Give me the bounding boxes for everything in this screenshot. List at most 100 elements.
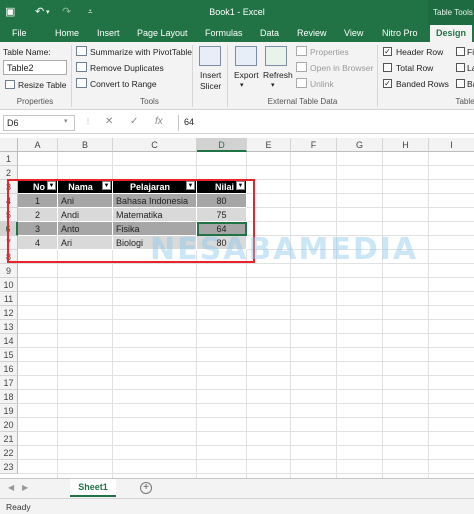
resize-table-icon	[5, 80, 15, 89]
gridline-horizontal	[18, 333, 474, 334]
watermark: NESABAMEDIA	[150, 232, 419, 267]
gridline-horizontal	[18, 165, 474, 166]
name-box-dropdown-icon[interactable]: ▾	[64, 117, 68, 125]
tab-design[interactable]: Design	[430, 25, 473, 42]
header-row-checkbox[interactable]: ✓	[383, 47, 392, 56]
gridline-horizontal	[18, 473, 474, 474]
row-header-19[interactable]: 19	[0, 404, 18, 418]
insert-function-icon[interactable]: fx	[155, 116, 163, 127]
ribbon-separator	[192, 45, 193, 107]
open-in-browser-button[interactable]: Open in Browser	[310, 63, 373, 73]
unlink-icon	[296, 78, 307, 88]
row-header-2[interactable]: 2	[0, 166, 18, 180]
table-name-input[interactable]: Table2	[3, 60, 67, 75]
unlink-button[interactable]: Unlink	[310, 79, 334, 89]
last-column-label: La	[467, 63, 474, 73]
export-icon	[235, 46, 257, 66]
gridline-horizontal	[18, 361, 474, 362]
header-row-label: Header Row	[396, 47, 444, 57]
ribbon: Table Name: Table2 Resize Table Properti…	[0, 42, 474, 110]
remove-duplicates-icon	[76, 62, 87, 72]
ribbon-tabs: File Home Insert Page Layout Formulas Da…	[0, 25, 474, 42]
select-all-corner[interactable]	[0, 138, 18, 152]
formula-bar-grip-icon[interactable]: ⋮	[85, 118, 91, 125]
remove-duplicates-button[interactable]: Remove Duplicates	[90, 63, 164, 73]
status-text: Ready	[6, 502, 31, 512]
row-header-18[interactable]: 18	[0, 390, 18, 404]
properties-group-label: Properties	[16, 97, 54, 106]
tab-data[interactable]: Data	[260, 28, 279, 38]
sheet-tab-sheet1[interactable]: Sheet1	[70, 479, 116, 497]
refresh-dropdown-icon[interactable]: ▾	[271, 81, 275, 89]
row-header-17[interactable]: 17	[0, 376, 18, 390]
row-header-9[interactable]: 9	[0, 264, 18, 278]
prev-sheet-icon[interactable]: ◀	[8, 483, 14, 492]
tab-review[interactable]: Review	[297, 28, 327, 38]
open-browser-icon	[296, 62, 307, 72]
row-header-21[interactable]: 21	[0, 432, 18, 446]
column-header-e[interactable]: E	[247, 138, 291, 152]
gridline-horizontal	[18, 431, 474, 432]
gridline-vertical	[336, 152, 337, 478]
gridline-horizontal	[18, 389, 474, 390]
export-button[interactable]: Export	[234, 70, 259, 80]
row-header-22[interactable]: 22	[0, 446, 18, 460]
row-header-11[interactable]: 11	[0, 292, 18, 306]
enter-icon[interactable]: ✓	[130, 116, 138, 127]
external-properties-button[interactable]: Properties	[310, 47, 349, 57]
banded-columns-checkbox[interactable]	[456, 79, 465, 88]
ribbon-separator	[377, 45, 378, 107]
summarize-pivottable-button[interactable]: Summarize with PivotTable	[90, 47, 192, 57]
column-header-i[interactable]: I	[429, 138, 474, 152]
tab-page-layout[interactable]: Page Layout	[137, 28, 188, 38]
refresh-button[interactable]: Refresh	[263, 70, 293, 80]
banded-rows-checkbox[interactable]: ✓	[383, 79, 392, 88]
row-header-13[interactable]: 13	[0, 320, 18, 334]
context-tab-group: Table Tools	[428, 0, 474, 25]
tab-file[interactable]: File	[12, 28, 27, 38]
tab-home[interactable]: Home	[55, 28, 79, 38]
insert-slicer-line2[interactable]: Slicer	[200, 81, 221, 91]
row-header-1[interactable]: 1	[0, 152, 18, 166]
tab-view[interactable]: View	[344, 28, 363, 38]
gridline-horizontal	[18, 403, 474, 404]
resize-table-button[interactable]: Resize Table	[18, 80, 67, 90]
column-header-b[interactable]: B	[58, 138, 113, 152]
tab-insert[interactable]: Insert	[97, 28, 120, 38]
cancel-icon[interactable]: ✕	[105, 116, 113, 127]
row-header-23[interactable]: 23	[0, 460, 18, 474]
total-row-label: Total Row	[396, 63, 434, 73]
last-column-checkbox[interactable]	[456, 63, 465, 72]
first-column-label: Fi	[467, 47, 474, 57]
export-dropdown-icon[interactable]: ▾	[240, 81, 244, 89]
column-header-c[interactable]: C	[113, 138, 197, 152]
tools-group-label: Tools	[140, 97, 159, 106]
column-header-f[interactable]: F	[291, 138, 337, 152]
pivottable-icon	[76, 46, 87, 56]
tab-nitro-pro[interactable]: Nitro Pro	[382, 28, 418, 38]
row-header-20[interactable]: 20	[0, 418, 18, 432]
properties-icon	[296, 46, 307, 56]
gridline-horizontal	[18, 445, 474, 446]
add-sheet-icon[interactable]: +	[140, 482, 152, 494]
gridline-horizontal	[18, 417, 474, 418]
column-header-g[interactable]: G	[337, 138, 383, 152]
column-header-a[interactable]: A	[18, 138, 58, 152]
column-header-h[interactable]: H	[383, 138, 429, 152]
column-header-d[interactable]: D	[197, 138, 247, 152]
row-header-12[interactable]: 12	[0, 306, 18, 320]
row-header-14[interactable]: 14	[0, 334, 18, 348]
convert-to-range-button[interactable]: Convert to Range	[90, 79, 157, 89]
gridline-horizontal	[18, 375, 474, 376]
insert-slicer-line1[interactable]: Insert	[200, 70, 221, 80]
total-row-checkbox[interactable]	[383, 63, 392, 72]
formula-input[interactable]: 64	[178, 115, 472, 131]
first-column-checkbox[interactable]	[456, 47, 465, 56]
row-header-15[interactable]: 15	[0, 348, 18, 362]
row-header-10[interactable]: 10	[0, 278, 18, 292]
next-sheet-icon[interactable]: ▶	[22, 483, 28, 492]
row-header-16[interactable]: 16	[0, 362, 18, 376]
tab-formulas[interactable]: Formulas	[205, 28, 243, 38]
refresh-icon	[265, 46, 287, 66]
gridline-horizontal	[18, 347, 474, 348]
